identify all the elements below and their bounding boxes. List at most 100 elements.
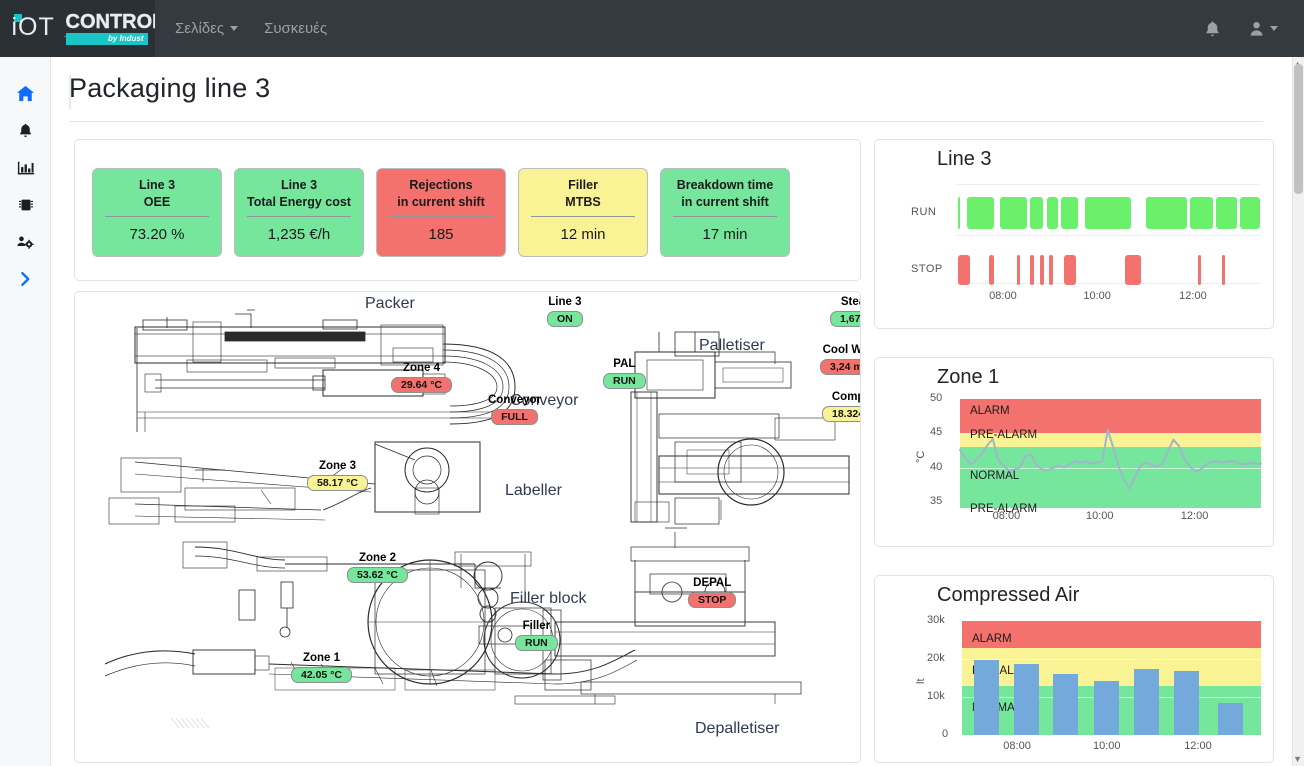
- scada-tag-value: RUN: [515, 635, 558, 651]
- y-axis-tick-label: 20k: [927, 652, 945, 664]
- sidebar-expand-toggle[interactable]: [0, 260, 51, 297]
- kpi-label-line2: in current shift: [397, 195, 485, 209]
- users-cog-icon: [17, 236, 34, 249]
- navbar-links: Σελίδες Συσκευές: [155, 20, 327, 37]
- bar: [973, 660, 999, 735]
- chart-card-zone1[interactable]: Zone 1 ALARM PRE-ALARM NORMAL PRE-ALARM 35 40…: [874, 357, 1274, 547]
- kpi-label-line2: MTBS: [565, 195, 601, 209]
- chart-bar-icon: [17, 161, 34, 174]
- page-scrollbar-thumb[interactable]: [1294, 64, 1303, 194]
- bell-icon: [1206, 20, 1219, 36]
- kpi-divider: [105, 216, 209, 217]
- kpi-card-4[interactable]: Filler MTBS 12 min: [518, 168, 648, 257]
- x-axis-tick-label: 08:00: [992, 510, 1021, 522]
- brand-iot-text: iOT: [11, 12, 55, 41]
- nav-link-devices[interactable]: Συσκευές: [264, 20, 327, 37]
- x-axis-tick-label: 12:00: [1180, 510, 1209, 522]
- scada-diagram-card[interactable]: Packer Palletiser Conveyor Labeller Filler b…: [74, 291, 861, 763]
- scada-tag-name: Cool Water: [822, 344, 861, 356]
- kpi-value: 12 min: [560, 226, 606, 243]
- zone1-plot: ALARM PRE-ALARM NORMAL PRE-ALARM 35 40 45 50 °C 0…: [875, 358, 1275, 548]
- timeline-segment: [1016, 255, 1021, 285]
- scada-tag-name: Zone 1: [302, 652, 341, 664]
- kpi-label-line1: Line 3: [138, 178, 176, 192]
- timeline-segment: [957, 197, 960, 229]
- scada-tag[interactable]: Zone 2 53.62 °C: [347, 552, 408, 583]
- x-axis-tick-label: 10:00: [1085, 510, 1114, 522]
- sidebar-item-analytics[interactable]: [0, 149, 51, 186]
- scada-tag[interactable]: Comp. Air 18.324 Lt/h: [822, 391, 860, 422]
- x-axis-tick-label: 08:00: [989, 290, 1017, 302]
- sidebar-item-alerts[interactable]: [0, 112, 51, 149]
- timeline-segment: [1222, 255, 1226, 285]
- equipment-label: Depalletiser: [695, 720, 780, 737]
- timeline-segment: [1124, 255, 1141, 285]
- scada-tag[interactable]: DEPAL STOP: [688, 577, 737, 608]
- scada-tag-name: Line 3: [548, 296, 582, 308]
- scada-tag[interactable]: Zone 1 42.05 °C: [291, 652, 352, 683]
- timeline-segment: [1029, 255, 1034, 285]
- timeline-segment: [1039, 255, 1044, 285]
- zone1-line-series: [959, 429, 1262, 490]
- sidebar-item-users[interactable]: [0, 223, 51, 260]
- scada-tag[interactable]: Zone 3 58.17 °C: [307, 460, 368, 491]
- timeline-segment: [1060, 197, 1078, 229]
- notifications-button[interactable]: [1203, 19, 1222, 39]
- scada-tag[interactable]: Zone 4 29.64 °C: [391, 362, 452, 393]
- scada-tag-name: DEPAL: [693, 577, 732, 589]
- timeline-segment: [1085, 197, 1131, 229]
- scada-tag[interactable]: Steam 1,67 t/h: [830, 296, 860, 327]
- bar: [1053, 674, 1079, 735]
- chevron-down-icon: [1270, 26, 1278, 31]
- scada-tag-name: Steam: [840, 296, 860, 308]
- scada-tag-value: 29.64 °C: [391, 377, 452, 393]
- scada-tag-value: 53.62 °C: [347, 567, 408, 583]
- right-charts-column: Line 3 RUN STOP 08:00 10:00 12:00 Zone 1 ALA…: [874, 139, 1274, 763]
- y-axis-tick-label: 0: [942, 728, 949, 740]
- sidebar-item-devices[interactable]: [0, 186, 51, 223]
- timeline-segment: [1030, 197, 1043, 229]
- scada-tag[interactable]: Cool Water 3,24 m³/h: [820, 344, 861, 375]
- title-divider: [69, 121, 1263, 122]
- scada-tag[interactable]: Filler RUN: [515, 620, 558, 651]
- user-menu-button[interactable]: [1248, 19, 1278, 39]
- brand-logo[interactable]: iOT CONTROL · · · · · · by Indust: [0, 0, 155, 57]
- timeline-segment: [1146, 197, 1188, 229]
- bar: [1014, 664, 1040, 735]
- kpi-card-3[interactable]: Rejections in current shift 185: [376, 168, 506, 257]
- scroll-down-arrow[interactable]: ▼: [1293, 754, 1302, 764]
- sidebar-item-home[interactable]: [0, 75, 51, 112]
- compressed-air-plot: ALARMPRE-ALARMNORMAL010k20k30klt08:0010:…: [875, 576, 1275, 764]
- y-axis-tick-label: 35: [930, 495, 943, 508]
- y-axis-tick-label: 40: [930, 460, 943, 473]
- kpi-label-line1: Filler: [568, 178, 598, 192]
- chart-gridline: [956, 283, 1260, 284]
- timeline-segment: [1197, 255, 1202, 285]
- kpi-card-1[interactable]: Line 3 OEE 73.20 %: [92, 168, 222, 257]
- kpi-divider: [389, 216, 493, 217]
- kpi-card-2[interactable]: Line 3 Total Energy cost 1,235 €/h: [234, 168, 364, 257]
- timeline-segment: [1047, 197, 1058, 229]
- scada-tag[interactable]: PAL RUN: [603, 358, 646, 389]
- scada-tag-value: ON: [547, 311, 583, 327]
- y-axis-tick-label: 30k: [927, 614, 945, 626]
- chart-card-compressed-air[interactable]: Compressed Air ALARMPRE-ALARMNORMAL010k2…: [874, 575, 1274, 763]
- scada-tag-name: Conveyor: [488, 394, 542, 406]
- kpi-card-5[interactable]: Breakdown time in current shift 17 min: [660, 168, 790, 257]
- scada-tag[interactable]: Conveyor FULL: [488, 394, 541, 425]
- main-content: Packaging line 3 Line 3 OEE 73.20 % Line 3 T…: [52, 57, 1292, 766]
- scada-tag[interactable]: Line 3 ON: [547, 296, 583, 327]
- nav-link-pages[interactable]: Σελίδες: [175, 20, 239, 37]
- kpi-divider: [673, 216, 777, 217]
- chart-gridline: [962, 659, 1261, 660]
- chart-gridline: [956, 235, 1260, 236]
- chart-card-line3-timeline[interactable]: Line 3 RUN STOP 08:00 10:00 12:00: [874, 139, 1274, 329]
- chevron-right-icon: [20, 271, 29, 286]
- equipment-label: Labeller: [505, 482, 562, 499]
- scada-tag-name: Zone 3: [318, 460, 357, 472]
- equipment-label: Filler block: [510, 590, 587, 607]
- scada-tag-name: PAL: [613, 358, 636, 370]
- bar: [1133, 669, 1159, 735]
- x-axis-tick-label: 12:00: [1184, 740, 1212, 752]
- scada-tag-value: RUN: [603, 373, 646, 389]
